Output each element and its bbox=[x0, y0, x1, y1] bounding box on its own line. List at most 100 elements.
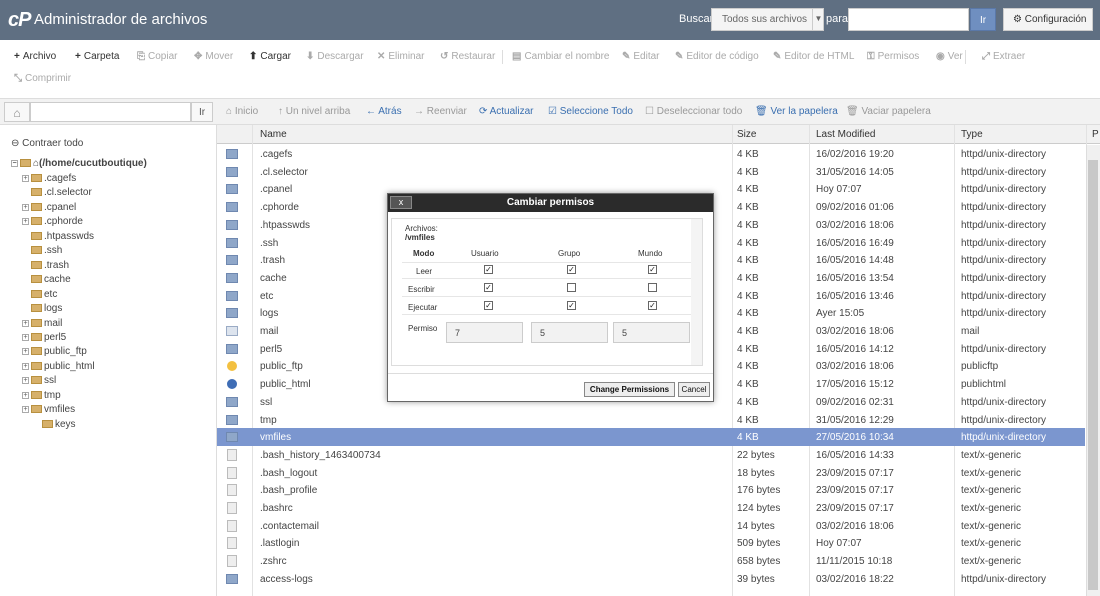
perm-checkbox-escribir-grupo[interactable] bbox=[567, 283, 576, 292]
toolbar-eliminar-button[interactable]: ✕ Eliminar bbox=[377, 51, 425, 62]
tree-item-logs[interactable]: logs bbox=[31, 303, 62, 314]
toolbar-mover-button[interactable]: ✥ Mover bbox=[194, 51, 233, 62]
toolbar-editar-button[interactable]: ✎ Editar bbox=[622, 51, 660, 62]
toolbar-permisos-button[interactable]: ⚿ Permisos bbox=[867, 51, 919, 62]
path-go-button[interactable]: Ir bbox=[191, 102, 213, 122]
table-row[interactable]: .cagefs 4 KB 16/02/2016 19:20 httpd/unix-di… bbox=[217, 145, 1085, 163]
perm-user-value[interactable]: 7 bbox=[446, 322, 523, 343]
toolbar-carpeta-button[interactable]: + Carpeta bbox=[75, 51, 119, 62]
toolbar-extraer-button[interactable]: ⤢ Extraer bbox=[982, 51, 1025, 62]
col-extra-header[interactable]: P bbox=[1092, 129, 1099, 140]
tree-item-htpasswds[interactable]: .htpasswds bbox=[31, 231, 94, 242]
search-input[interactable] bbox=[848, 8, 969, 31]
expand-toggle-icon[interactable]: − bbox=[11, 160, 18, 167]
expand-toggle-icon[interactable]: + bbox=[22, 377, 29, 385]
tree-item-cl-selector[interactable]: .cl.selector bbox=[31, 187, 92, 198]
toolbar-label: Cambiar el nombre bbox=[524, 51, 610, 62]
table-row[interactable]: .zshrc 658 bytes 11/11/2015 10:18 text/x-ge… bbox=[217, 552, 1085, 570]
table-row[interactable]: .bashrc 124 bytes 23/09/2015 07:17 text/x-g… bbox=[217, 499, 1085, 517]
table-row[interactable]: .bash_history_1463400734 22 bytes 16/05/20… bbox=[217, 446, 1085, 464]
perm-checkbox-leer-mundo[interactable]: ✓ bbox=[648, 265, 657, 274]
tree-item-vmfiles[interactable]: + vmfiles bbox=[22, 404, 75, 415]
tree-item-public-html[interactable]: + public_html bbox=[22, 361, 95, 372]
tree-item-ssl[interactable]: + ssl bbox=[22, 375, 56, 386]
search-scope-select[interactable]: Todos sus archivos bbox=[711, 8, 824, 31]
toolbar-editor-de-html-button[interactable]: ✎ Editor de HTML bbox=[773, 51, 854, 62]
toolbar-cambiar-el-nombre-button[interactable]: ▤ Cambiar el nombre bbox=[512, 51, 610, 62]
table-row[interactable]: tmp 4 KB 31/05/2016 12:29 httpd/unix-direct… bbox=[217, 411, 1085, 429]
tree-item-cpanel[interactable]: + .cpanel bbox=[22, 202, 76, 213]
expand-toggle-icon[interactable]: + bbox=[22, 333, 29, 341]
nav-deseleccionar-todo-button[interactable]: ☐ Deseleccionar todo bbox=[645, 106, 742, 117]
tree-item-perl5[interactable]: + perl5 bbox=[22, 332, 66, 343]
cancel-button[interactable]: Cancel bbox=[678, 382, 710, 397]
dialog-scrollbar[interactable] bbox=[691, 219, 702, 365]
toolbar-cargar-button[interactable]: ⬆ Cargar bbox=[249, 51, 291, 62]
toolbar-archivo-button[interactable]: + Archivo bbox=[14, 51, 56, 62]
path-input[interactable] bbox=[30, 102, 191, 122]
cpanel-logo[interactable]: cP bbox=[8, 9, 31, 32]
perm-checkbox-leer-usuario[interactable]: ✓ bbox=[484, 265, 493, 274]
perm-checkbox-escribir-usuario[interactable]: ✓ bbox=[484, 283, 493, 292]
tree-item-trash[interactable]: .trash bbox=[31, 260, 69, 271]
perm-checkbox-ejecutar-mundo[interactable]: ✓ bbox=[648, 301, 657, 310]
col-size-header[interactable]: Size bbox=[737, 129, 756, 140]
search-go-button[interactable]: Ir bbox=[970, 8, 996, 31]
table-row[interactable]: .bash_profile 176 bytes 23/09/2015 07:17 te… bbox=[217, 481, 1085, 499]
expand-toggle-icon[interactable]: + bbox=[22, 175, 29, 182]
collapse-all-button[interactable]: ⊖ Contraer todo bbox=[11, 138, 83, 149]
expand-toggle-icon[interactable]: + bbox=[22, 319, 29, 327]
perm-checkbox-escribir-mundo[interactable] bbox=[648, 283, 657, 292]
scrollbar-thumb[interactable] bbox=[1088, 160, 1098, 590]
home-icon[interactable]: ⌂ bbox=[4, 102, 30, 122]
table-row[interactable]: vmfiles 4 KB 27/05/2016 10:34 httpd/unix-di… bbox=[217, 428, 1085, 447]
nav-reenviar-button[interactable]: → Reenviar bbox=[414, 106, 467, 117]
expand-toggle-icon[interactable]: + bbox=[22, 391, 29, 399]
col-name-header[interactable]: Name bbox=[260, 129, 287, 140]
perm-world-value[interactable]: 5 bbox=[613, 322, 690, 343]
table-row[interactable]: .bash_logout 18 bytes 23/09/2015 07:17 text… bbox=[217, 464, 1085, 482]
tree-item-mail[interactable]: + mail bbox=[22, 318, 62, 329]
expand-toggle-icon[interactable]: + bbox=[22, 348, 29, 356]
table-row[interactable]: .cl.selector 4 KB 31/05/2016 14:05 httpd/un… bbox=[217, 163, 1085, 181]
expand-toggle-icon[interactable]: + bbox=[22, 218, 29, 226]
tree-item-cagefs[interactable]: + .cagefs bbox=[22, 173, 76, 184]
nav-inicio-button[interactable]: ⌂ Inicio bbox=[226, 106, 258, 117]
settings-button[interactable]: ⚙ Configuración bbox=[1003, 8, 1093, 31]
expand-toggle-icon[interactable]: + bbox=[22, 362, 29, 370]
nav-vaciar-papelera-button[interactable]: 🗑 Vaciar papelera bbox=[846, 106, 931, 117]
perm-checkbox-ejecutar-grupo[interactable]: ✓ bbox=[567, 301, 576, 310]
col-type-header[interactable]: Type bbox=[961, 129, 983, 140]
tree-item-tmp[interactable]: + tmp bbox=[22, 390, 61, 401]
perm-group-value[interactable]: 5 bbox=[531, 322, 608, 343]
tree-item-public-ftp[interactable]: + public_ftp bbox=[22, 346, 87, 357]
table-row[interactable]: .lastlogin 509 bytes Hoy 07:07 text/x-gener… bbox=[217, 534, 1085, 552]
tree-item-keys[interactable]: keys bbox=[42, 419, 76, 430]
change-permissions-button[interactable]: Change Permissions bbox=[584, 382, 675, 397]
perm-checkbox-ejecutar-usuario[interactable]: ✓ bbox=[484, 301, 493, 310]
col-modified-header[interactable]: Last Modified bbox=[816, 129, 875, 140]
nav-un-nivel-arriba-button[interactable]: ↑ Un nivel arriba bbox=[278, 106, 350, 117]
tree-item-cphorde[interactable]: + .cphorde bbox=[22, 216, 83, 227]
table-row[interactable]: .contactemail 14 bytes 03/02/2016 18:06 tex… bbox=[217, 517, 1085, 535]
close-button[interactable]: x bbox=[390, 196, 412, 209]
nav-ver-la-papelera-button[interactable]: 🗑 Ver la papelera bbox=[755, 106, 838, 117]
expand-toggle-icon[interactable]: + bbox=[22, 406, 29, 414]
tree-item-cache[interactable]: cache bbox=[31, 274, 71, 285]
tree-item-ssh[interactable]: .ssh bbox=[31, 245, 62, 256]
nav-actualizar-button[interactable]: ⟳ Actualizar bbox=[479, 106, 534, 117]
toolbar-comprimir-button[interactable]: ⤡ Comprimir bbox=[14, 73, 71, 84]
toolbar-descargar-button[interactable]: ⬇ Descargar bbox=[306, 51, 364, 62]
nav-atras-button[interactable]: ← Atrás bbox=[366, 106, 402, 117]
perm-checkbox-leer-grupo[interactable]: ✓ bbox=[567, 265, 576, 274]
tree-item-etc[interactable]: etc bbox=[31, 289, 57, 300]
table-row[interactable]: access-logs 39 bytes 03/02/2016 18:22 httpd… bbox=[217, 570, 1085, 588]
expand-toggle-icon[interactable]: + bbox=[22, 203, 29, 211]
chevron-down-icon[interactable]: ▼ bbox=[812, 8, 824, 31]
toolbar-ver-button[interactable]: ◉ Ver bbox=[936, 51, 963, 62]
toolbar-editor-de-codigo-button[interactable]: ✎ Editor de código bbox=[675, 51, 759, 62]
tree-root[interactable]: − ⌂(/home/cucutboutique) bbox=[11, 158, 147, 169]
toolbar-copiar-button[interactable]: ⎘ Copiar bbox=[137, 51, 177, 62]
toolbar-restaurar-button[interactable]: ↺ Restaurar bbox=[440, 51, 495, 62]
nav-seleccione-todo-button[interactable]: ☑ Seleccione Todo bbox=[548, 106, 633, 117]
